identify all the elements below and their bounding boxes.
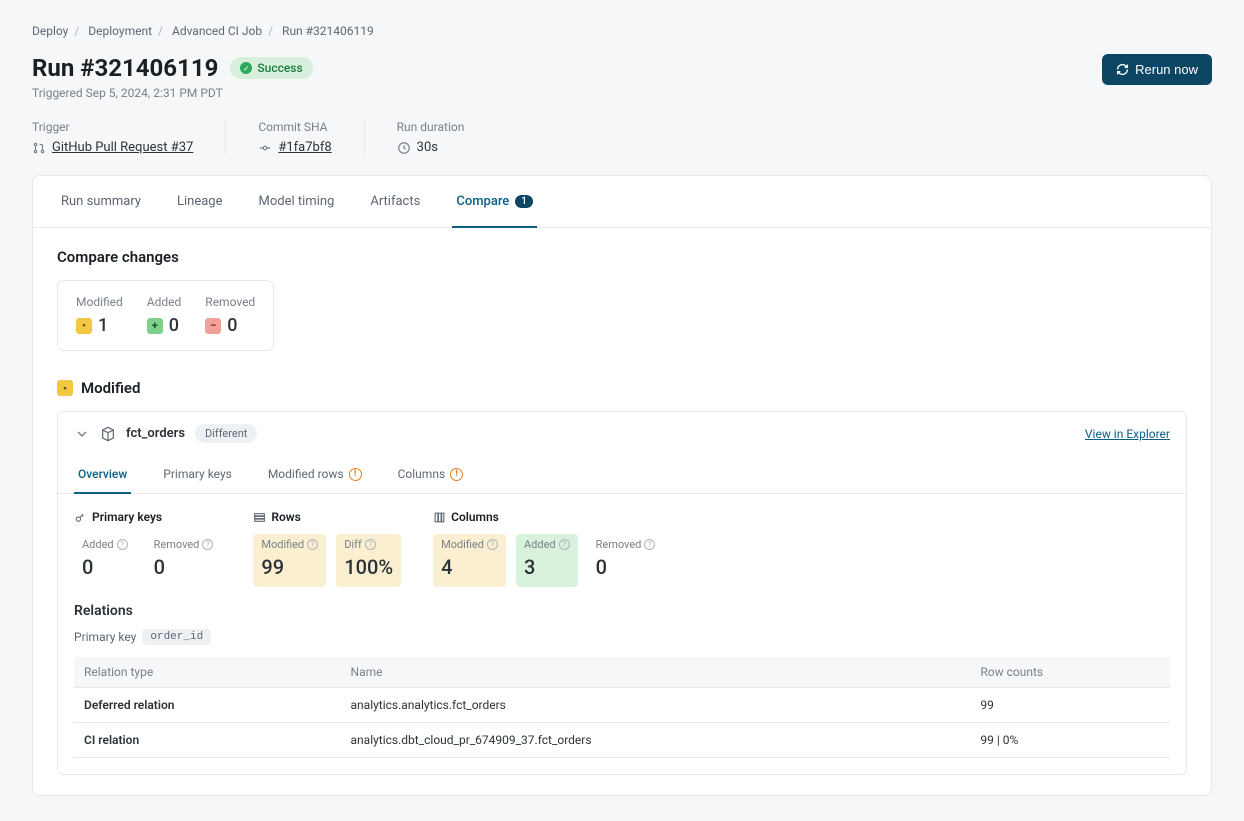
chevron-down-icon[interactable] — [74, 426, 90, 442]
summary-removed-label: Removed — [205, 295, 255, 309]
pull-request-icon — [32, 141, 46, 155]
pk-group-title: Primary keys — [92, 510, 162, 524]
summary-added-value: 0 — [169, 315, 179, 336]
table-row: Deferred relation analytics.analytics.fc… — [74, 688, 1170, 723]
commit-icon — [258, 141, 272, 155]
rows-diff-value: 100% — [344, 555, 393, 579]
relations-title: Relations — [74, 603, 1170, 619]
duration-value: 30s — [417, 140, 438, 155]
inner-tab-columns[interactable]: Columns ! — [394, 455, 468, 493]
rows-modified-value: 99 — [261, 555, 318, 579]
columns-icon — [433, 511, 446, 524]
pk-removed-value: 0 — [154, 555, 214, 579]
help-icon[interactable]: ? — [644, 539, 655, 550]
trigger-link[interactable]: GitHub Pull Request #37 — [52, 140, 193, 155]
crumb-deployment[interactable]: Deployment — [88, 24, 152, 38]
cols-removed-value: 0 — [596, 555, 656, 579]
tab-model-timing[interactable]: Model timing — [255, 176, 339, 227]
compare-title: Compare changes — [57, 248, 1187, 266]
th-relation-type: Relation type — [74, 657, 341, 688]
commit-link[interactable]: #1fa7bf8 — [278, 140, 331, 155]
warning-icon: ! — [450, 468, 463, 481]
refresh-icon — [1116, 63, 1129, 76]
crumb-job[interactable]: Advanced CI Job — [172, 24, 262, 38]
summary-added-label: Added — [147, 295, 182, 309]
inner-tab-modified-rows[interactable]: Modified rows ! — [264, 455, 366, 493]
view-in-explorer-link[interactable]: View in Explorer — [1085, 427, 1170, 441]
check-icon: ✓ — [240, 62, 252, 74]
warning-icon: ! — [349, 468, 362, 481]
compare-count-badge: 1 — [515, 195, 533, 208]
pk-chip: order_id — [142, 629, 211, 645]
modified-icon: • — [57, 380, 73, 396]
cols-group-title: Columns — [451, 510, 499, 524]
status-badge: ✓ Success — [230, 57, 312, 79]
breadcrumb: Deploy/ Deployment/ Advanced CI Job/ Run… — [32, 24, 1212, 38]
triggered-text: Triggered Sep 5, 2024, 2:31 PM PDT — [32, 86, 313, 100]
th-row-counts: Row counts — [970, 657, 1170, 688]
relations-table: Relation type Name Row counts Deferred r… — [74, 657, 1170, 758]
crumb-run: Run #321406119 — [282, 24, 374, 38]
rows-group-title: Rows — [271, 510, 300, 524]
help-icon[interactable]: ? — [365, 539, 376, 550]
trigger-label: Trigger — [32, 120, 193, 134]
summary-modified-label: Modified — [76, 295, 123, 309]
pk-added-value: 0 — [82, 555, 128, 579]
cols-modified-value: 4 — [441, 555, 498, 579]
duration-label: Run duration — [397, 120, 465, 134]
model-name: fct_orders — [126, 426, 185, 441]
key-icon — [74, 511, 87, 524]
help-icon[interactable]: ? — [117, 539, 128, 550]
summary-removed-value: 0 — [227, 315, 237, 336]
summary-box: Modified • 1 Added + 0 Removed — [57, 280, 274, 351]
pk-label: Primary key — [74, 630, 136, 644]
page-title: Run #321406119 — [32, 54, 218, 82]
help-icon[interactable]: ? — [307, 539, 318, 550]
diff-pill: Different — [195, 424, 257, 443]
tab-artifacts[interactable]: Artifacts — [366, 176, 424, 227]
model-icon — [100, 426, 116, 442]
modified-icon: • — [76, 318, 92, 334]
cols-added-value: 3 — [524, 555, 570, 579]
tab-lineage[interactable]: Lineage — [173, 176, 227, 227]
meta-row: Trigger GitHub Pull Request #37 Commit S… — [32, 120, 1212, 155]
removed-icon: − — [205, 318, 221, 334]
inner-tab-primary-keys[interactable]: Primary keys — [159, 455, 236, 493]
help-icon[interactable]: ? — [202, 539, 213, 550]
commit-label: Commit SHA — [258, 120, 331, 134]
summary-modified-value: 1 — [98, 315, 108, 336]
model-card: fct_orders Different View in Explorer Ov… — [57, 411, 1187, 775]
crumb-deploy[interactable]: Deploy — [32, 24, 68, 38]
added-icon: + — [147, 318, 163, 334]
rerun-button[interactable]: Rerun now — [1102, 54, 1212, 85]
modified-section-header: • Modified — [57, 379, 1187, 397]
th-name: Name — [341, 657, 971, 688]
tab-compare[interactable]: Compare 1 — [452, 176, 537, 227]
page-tabs: Run summary Lineage Model timing Artifac… — [33, 176, 1211, 228]
table-row: CI relation analytics.dbt_cloud_pr_67490… — [74, 723, 1170, 758]
rows-icon — [253, 511, 266, 524]
clock-icon — [397, 141, 411, 155]
tab-run-summary[interactable]: Run summary — [57, 176, 145, 227]
help-icon[interactable]: ? — [487, 539, 498, 550]
help-icon[interactable]: ? — [559, 539, 570, 550]
model-tabs: Overview Primary keys Modified rows ! Co… — [58, 455, 1186, 494]
inner-tab-overview[interactable]: Overview — [74, 455, 131, 493]
